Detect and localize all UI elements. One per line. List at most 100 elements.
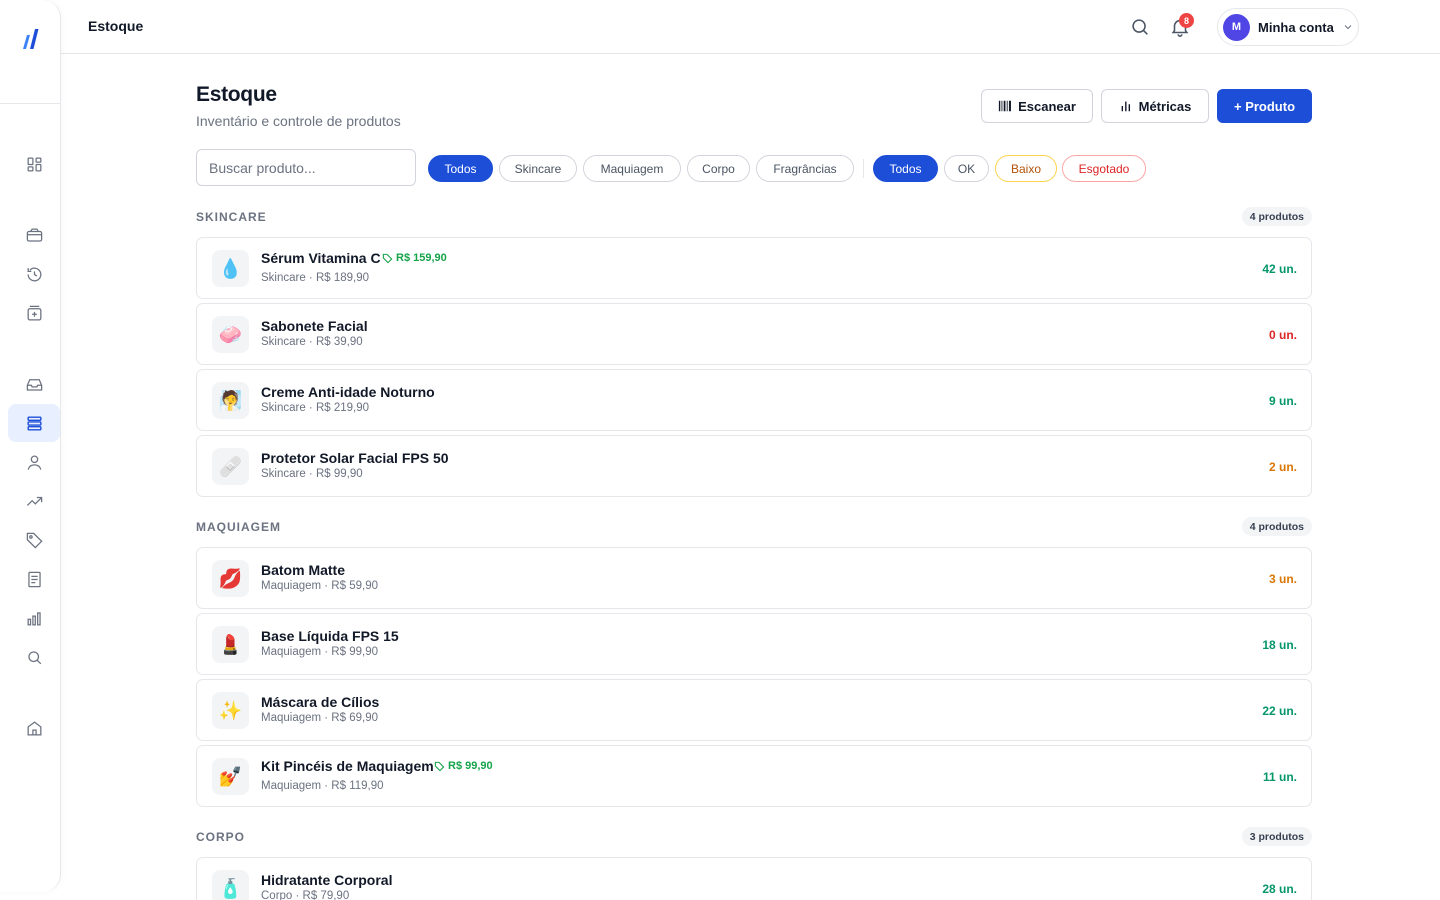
metrics-label: Métricas [1138,98,1192,114]
stock-quantity: 28 un. [1262,882,1297,896]
stock-list-icon[interactable] [8,404,60,442]
promo-price: R$ 159,90 [382,252,447,264]
product-row[interactable]: 🧴 Hidratante Corporal Corpo · R$ 79,90 2… [196,857,1312,900]
document-icon[interactable] [8,560,60,598]
face-mask-icon: 🧖 [212,382,249,419]
product-name: Sérum Vitamina C [261,250,381,266]
page-subtitle: Inventário e controle de produtos [196,113,401,129]
product-row[interactable]: 💧 Sérum Vitamina C R$ 159,90 Skincare · … [196,237,1312,299]
account-menu[interactable]: M Minha conta [1217,8,1359,46]
tag-icon[interactable] [8,521,60,559]
section-header-maquiagem: MAQUIAGEM 4 produtos [196,517,1312,537]
search-icon[interactable] [8,638,60,676]
account-label: Minha conta [1258,19,1334,35]
sparkles-icon: ✨ [212,692,249,729]
product-meta: Maquiagem · R$ 59,90 [261,580,378,592]
product-row[interactable]: ✨ Máscara de Cílios Maquiagem · R$ 69,90… [196,679,1312,741]
lipstick-icon: 💄 [212,626,249,663]
product-meta: Skincare · R$ 39,90 [261,336,363,348]
product-row[interactable]: 🩹 Protetor Solar Facial FPS 50 Skincare … [196,435,1312,497]
metrics-button[interactable]: Métricas [1101,89,1209,123]
add-product-button[interactable]: + Produto [1217,89,1312,123]
wallet-icon[interactable] [8,216,60,254]
product-row[interactable]: 🧖 Creme Anti-idade Noturno Skincare · R$… [196,369,1312,431]
stock-quantity: 9 un. [1268,394,1297,408]
product-row[interactable]: 💅 Kit Pincéis de Maquiagem R$ 99,90 Maqu… [196,745,1312,807]
filter-divider [863,159,864,178]
search-icon[interactable] [1129,16,1151,38]
chevron-down-icon [1344,25,1352,30]
promo-price-value: R$ 159,90 [396,252,447,264]
section-count: 4 produtos [1241,207,1312,226]
inbox-icon[interactable] [8,365,60,403]
tag-icon [434,761,445,771]
product-meta: Maquiagem · R$ 99,90 [261,646,378,658]
topbar-title: Estoque [88,18,144,34]
scan-label: Escanear [1018,98,1076,114]
section-count: 4 produtos [1241,517,1312,536]
stock-quantity: 18 un. [1262,638,1297,652]
product-meta: Skincare · R$ 99,90 [261,468,363,480]
bandage-icon: 🩹 [212,448,249,485]
add-product-label: + Produto [1233,98,1296,114]
category-filter-fragrancias[interactable]: Fragrâncias [756,155,854,182]
bar-chart-icon [1121,101,1130,112]
avatar: M [1223,13,1250,41]
droplet-icon: 💧 [212,250,249,287]
search-input[interactable] [196,149,416,186]
logo-icon[interactable] [0,0,60,104]
promo-price-value: R$ 99,90 [448,760,493,772]
product-name: Protetor Solar Facial FPS 50 [261,450,449,466]
trending-icon[interactable] [8,482,60,520]
bar-chart-icon[interactable] [8,599,60,637]
product-meta: Maquiagem · R$ 119,90 [261,780,384,792]
product-row[interactable]: 🧼 Sabonete Facial Skincare · R$ 39,90 0 … [196,303,1312,365]
status-filter-baixo[interactable]: Baixo [995,155,1057,182]
product-name: Máscara de Cílios [261,694,380,710]
section-count: 3 produtos [1241,827,1312,846]
status-filter-todos[interactable]: Todos [873,155,938,182]
product-name: Creme Anti-idade Noturno [261,384,435,400]
section-label: SKINCARE [196,210,267,224]
product-name: Sabonete Facial [261,318,368,334]
product-row[interactable]: 💄 Base Líquida FPS 15 Maquiagem · R$ 99,… [196,613,1312,675]
product-name: Hidratante Corporal [261,872,393,888]
lotion-bottle-icon: 🧴 [212,870,249,900]
product-row[interactable]: 💋 Batom Matte Maquiagem · R$ 59,90 3 un. [196,547,1312,609]
add-box-icon[interactable] [8,294,60,332]
tag-icon [382,253,393,263]
category-filter-corpo[interactable]: Corpo [687,155,750,182]
product-meta: Skincare · R$ 219,90 [261,402,370,414]
category-filter-todos[interactable]: Todos [428,155,493,182]
product-meta: Maquiagem · R$ 69,90 [261,712,378,724]
stock-quantity: 22 un. [1262,704,1297,718]
product-meta: Corpo · R$ 79,90 [261,890,350,900]
status-filter-esgotado[interactable]: Esgotado [1062,155,1146,182]
stock-quantity: 0 un. [1268,328,1297,342]
product-meta: Skincare · R$ 189,90 [261,272,370,284]
product-name: Batom Matte [261,562,346,578]
store-icon[interactable] [8,709,60,747]
scan-button[interactable]: Escanear [981,89,1093,123]
section-header-skincare: SKINCARE 4 produtos [196,207,1312,227]
product-name: Kit Pincéis de Maquiagem [261,758,434,774]
section-header-corpo: CORPO 3 produtos [196,827,1312,847]
promo-price: R$ 99,90 [434,760,493,772]
category-filter-skincare[interactable]: Skincare [499,155,577,182]
lips-icon: 💋 [212,560,249,597]
product-name: Base Líquida FPS 15 [261,628,399,644]
barcode-icon [998,100,1012,112]
soap-icon: 🧼 [212,316,249,353]
status-filter-ok[interactable]: OK [944,155,989,182]
dashboard-icon[interactable] [8,145,60,183]
section-label: MAQUIAGEM [196,520,281,534]
stock-quantity: 2 un. [1268,460,1297,474]
page-title: Estoque [196,83,277,106]
section-label: CORPO [196,830,246,844]
nail-polish-icon: 💅 [212,758,249,795]
stock-quantity: 3 un. [1268,572,1297,586]
history-icon[interactable] [8,255,60,293]
notification-badge: 8 [1179,13,1194,28]
category-filter-maquiagem[interactable]: Maquiagem [583,155,681,182]
user-icon[interactable] [8,443,60,481]
